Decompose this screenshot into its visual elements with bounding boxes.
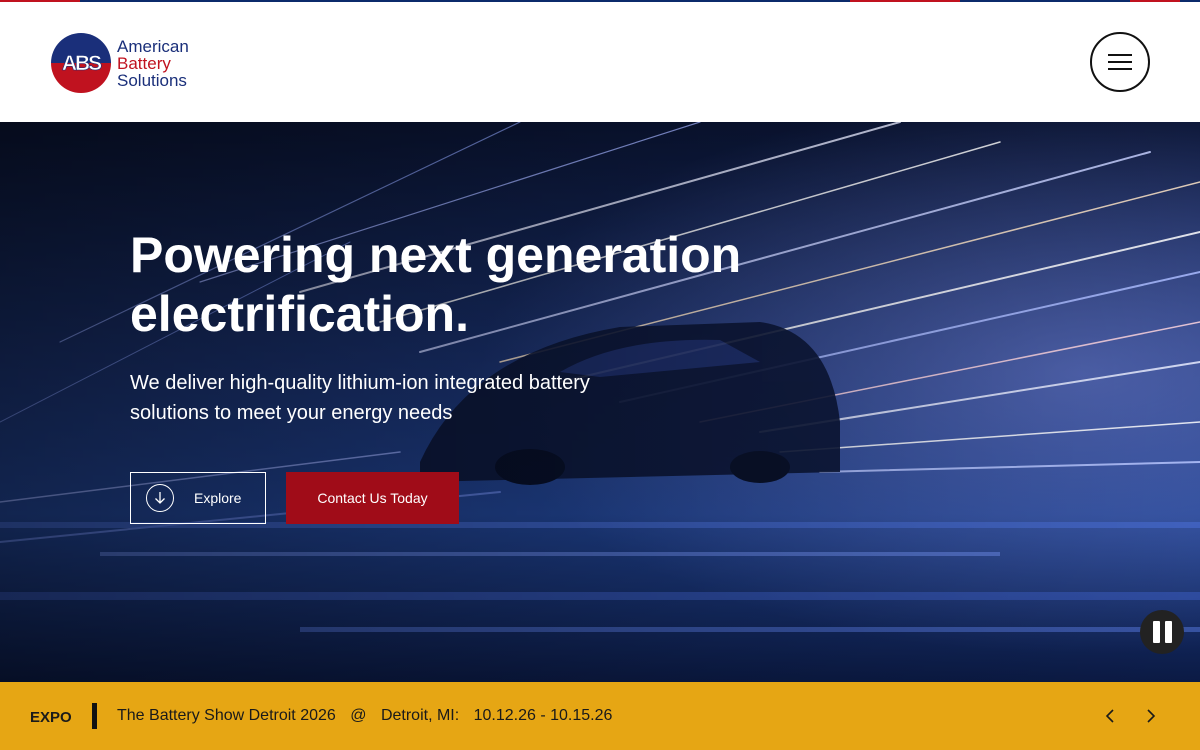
site-header: ABS American Battery Solutions bbox=[0, 2, 1200, 122]
chevron-right-icon bbox=[1147, 709, 1156, 723]
hamburger-icon-line bbox=[1108, 61, 1132, 63]
hero-section: Powering next generation electrification… bbox=[0, 122, 1200, 682]
event-ticker: EXPO The Battery Show Detroit 2026 @ Det… bbox=[0, 682, 1200, 750]
logo-wordmark: American Battery Solutions bbox=[117, 38, 189, 89]
slider-pause-button[interactable] bbox=[1140, 610, 1184, 654]
ticker-divider bbox=[92, 703, 97, 729]
hamburger-icon-line bbox=[1108, 68, 1132, 70]
ticker-tag: EXPO bbox=[30, 709, 72, 726]
hero-actions: Explore Contact Us Today bbox=[130, 472, 459, 524]
ticker-location: Detroit, MI: bbox=[380, 707, 460, 724]
pause-icon-bar bbox=[1164, 621, 1172, 643]
logo-link[interactable]: ABS American Battery Solutions bbox=[50, 32, 189, 94]
hero-title: Powering next generation electrification… bbox=[130, 226, 770, 344]
hero-title-line-2: electrification. bbox=[130, 286, 469, 342]
pause-icon bbox=[1152, 621, 1160, 643]
ticker-at: @ bbox=[350, 707, 367, 724]
ticker-dates: 10.12.26 - 10.15.26 bbox=[473, 707, 613, 724]
ticker-prev-button[interactable] bbox=[1100, 706, 1120, 726]
logo-line-2: Battery bbox=[117, 53, 171, 73]
logo-line-1: American bbox=[117, 36, 189, 56]
menu-button[interactable] bbox=[1090, 32, 1150, 92]
hamburger-icon bbox=[1108, 54, 1132, 56]
ticker-event-name: The Battery Show Detroit 2026 bbox=[117, 707, 336, 724]
explore-button[interactable]: Explore bbox=[130, 472, 266, 524]
hero-content: Powering next generation electrification… bbox=[130, 226, 770, 428]
ticker-next-button[interactable] bbox=[1141, 706, 1161, 726]
logo-line-3: Solutions bbox=[117, 70, 187, 90]
arrow-down-circle-icon bbox=[146, 484, 174, 512]
abs-logo-mark: ABS bbox=[51, 33, 111, 93]
explore-label: Explore bbox=[194, 490, 242, 506]
ticker-event-link[interactable]: The Battery Show Detroit 2026 @ Detroit,… bbox=[117, 707, 622, 725]
logo-letters: ABS bbox=[62, 52, 102, 75]
chevron-left-icon bbox=[1105, 709, 1114, 723]
contact-button[interactable]: Contact Us Today bbox=[286, 472, 459, 524]
hero-subtitle: We deliver high-quality lithium-ion inte… bbox=[130, 372, 590, 424]
arrow-down-icon bbox=[155, 492, 165, 504]
hero-title-line-1: Powering next generation bbox=[130, 227, 742, 283]
